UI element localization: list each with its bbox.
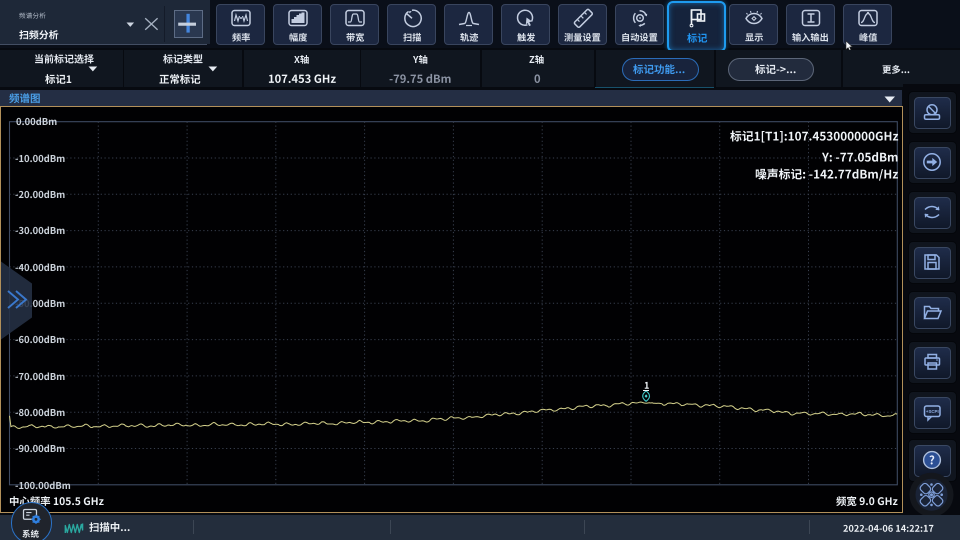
svg-text:+SCPI: +SCPI [925, 409, 938, 414]
